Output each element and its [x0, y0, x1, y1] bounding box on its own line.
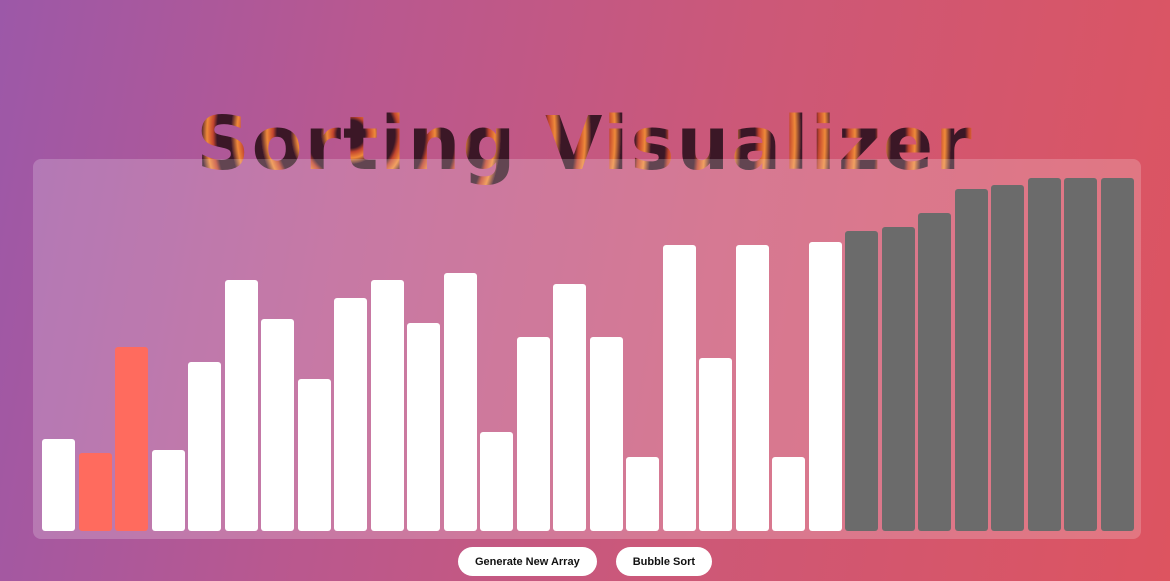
array-bar	[115, 347, 148, 531]
array-bar	[808, 242, 842, 531]
array-bar	[188, 362, 221, 531]
array-bar	[662, 245, 696, 531]
array-bar	[334, 298, 367, 531]
array-bar	[845, 231, 878, 531]
array-bar	[42, 439, 75, 531]
array-bar	[1064, 178, 1097, 531]
array-bar	[224, 280, 258, 531]
array-bar	[78, 453, 112, 531]
array-bar	[370, 280, 404, 531]
array-bar	[261, 319, 294, 531]
array-bar	[589, 337, 623, 531]
generate-new-array-button[interactable]: Generate New Array	[457, 547, 597, 576]
array-bar	[443, 273, 477, 531]
array-bar	[735, 245, 769, 531]
array-bar	[553, 284, 586, 531]
array-bar	[297, 379, 331, 531]
controls: Generate New Array Bubble Sort	[0, 547, 1170, 576]
bubble-sort-button[interactable]: Bubble Sort	[615, 547, 713, 576]
array-bar	[1100, 178, 1134, 531]
array-bar	[626, 457, 659, 531]
array-bar	[954, 189, 988, 531]
array-bar	[480, 432, 513, 531]
array-bar	[151, 450, 185, 531]
array-bar	[516, 337, 550, 531]
array-bar	[1027, 178, 1061, 531]
array-bar	[881, 227, 915, 531]
bar-chart	[42, 178, 1134, 531]
array-bar	[699, 358, 732, 531]
array-bar	[772, 457, 805, 531]
array-bar	[991, 185, 1024, 531]
array-bar	[407, 323, 440, 531]
array-bar	[918, 213, 951, 531]
